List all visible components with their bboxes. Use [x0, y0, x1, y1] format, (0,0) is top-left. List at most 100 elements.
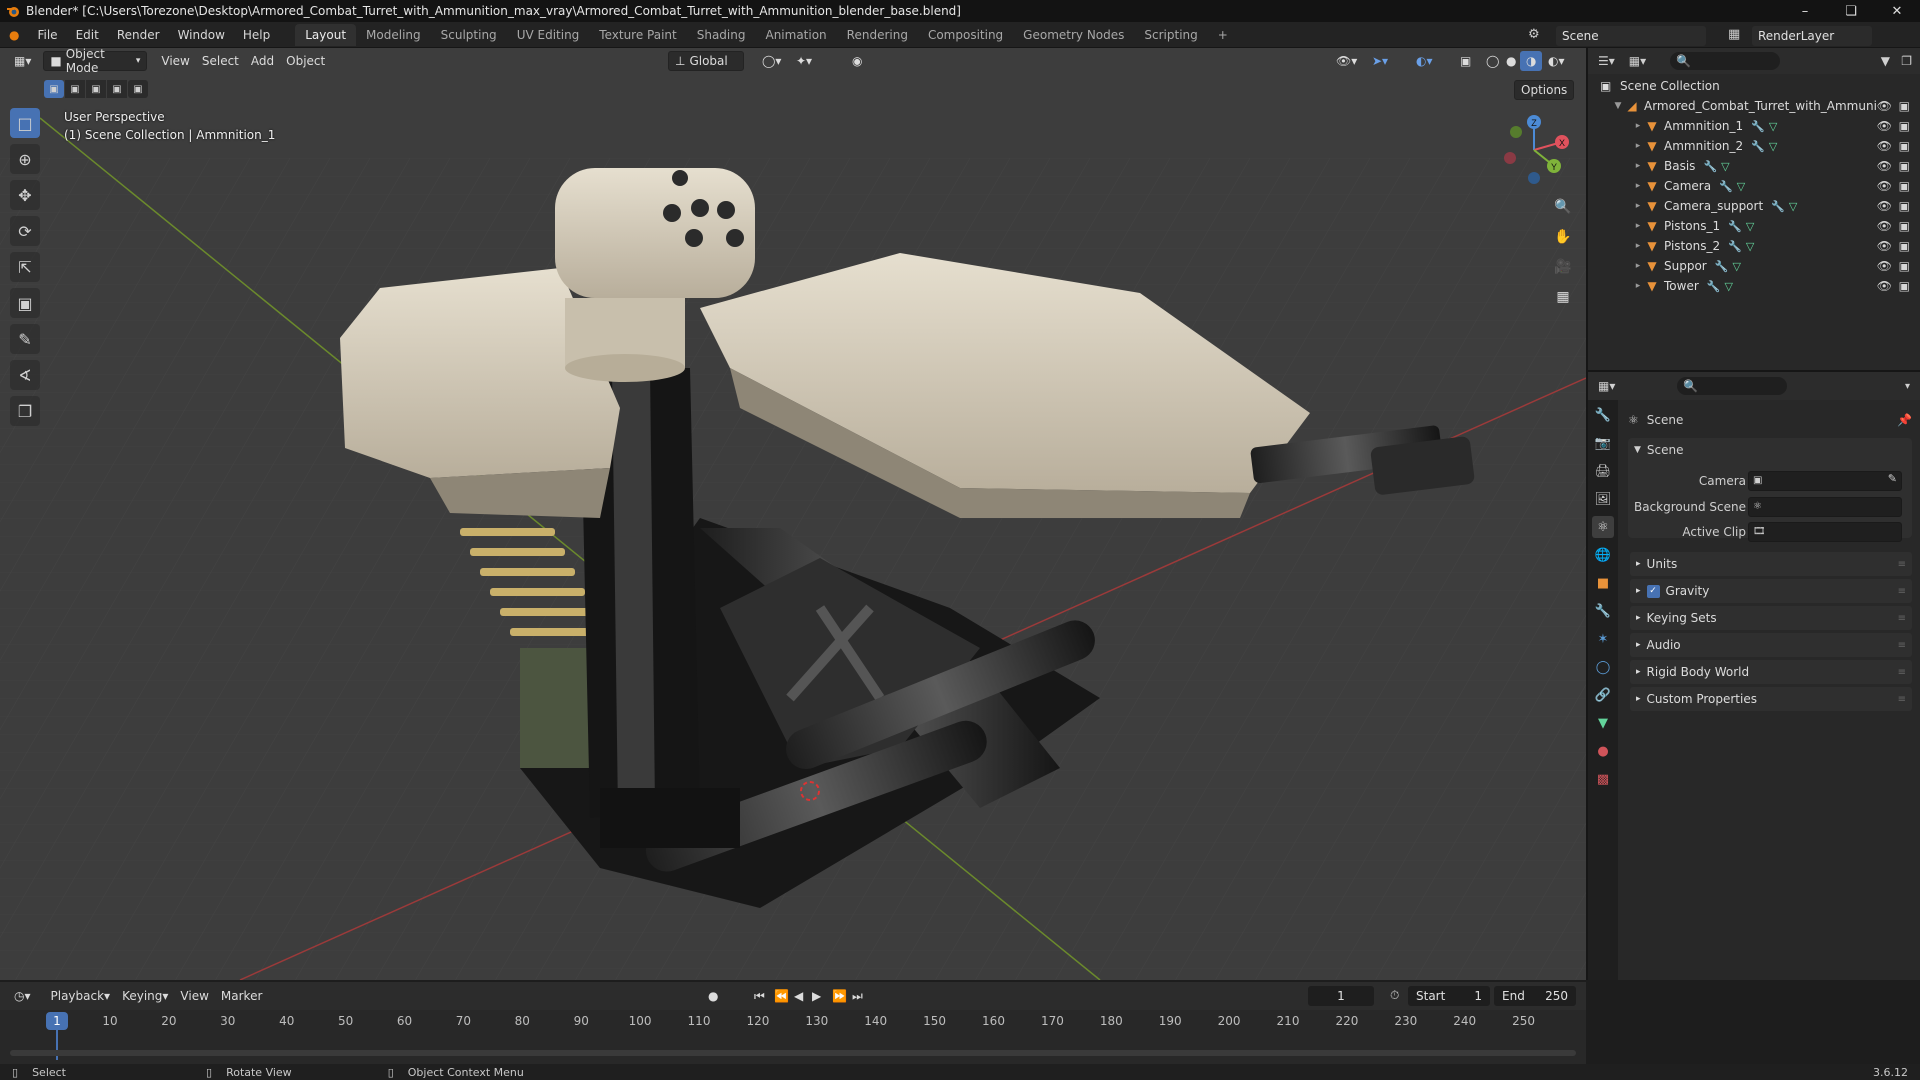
tool-tab-icon[interactable]: 🔧 — [1592, 404, 1614, 426]
visibility-eye-icon[interactable]: 👁 — [1877, 119, 1892, 133]
visibility-eye-icon[interactable]: 👁 — [1877, 99, 1892, 113]
visibility-eye-icon[interactable]: 👁 — [1877, 259, 1892, 273]
particles-tab-icon[interactable]: ✶ — [1592, 628, 1614, 650]
select-box-tool-icon[interactable]: □ — [10, 108, 40, 138]
minimize-icon[interactable]: – — [1782, 0, 1828, 22]
properties-section-rigid-body-world[interactable]: ▸ Rigid Body World ≡ — [1630, 660, 1912, 684]
render-camera-icon[interactable]: ▣ — [1899, 259, 1910, 273]
menu-marker[interactable]: Marker — [215, 986, 268, 1006]
menu-edit[interactable]: Edit — [67, 22, 108, 48]
transform-orientation-dropdown[interactable]: ⊥ Global — [668, 51, 744, 71]
properties-editor-icon[interactable]: ▦▾ — [1598, 379, 1615, 393]
tab-sculpting[interactable]: Sculpting — [431, 24, 507, 46]
render-camera-icon[interactable]: ▣ — [1899, 159, 1910, 173]
expand-icon[interactable]: ▼ — [1612, 101, 1624, 111]
rotate-tool-icon[interactable]: ⟳ — [10, 216, 40, 246]
select-extend-icon[interactable]: ▣ — [65, 80, 85, 98]
editor-type-icon[interactable]: ▦▾ — [8, 51, 37, 71]
select-intersect-icon[interactable]: ▣ — [128, 80, 148, 98]
outliner-object-row[interactable]: ▸ ▼ Basis 🔧 ▽ 👁 ▣ — [1588, 156, 1920, 176]
visibility-icon[interactable]: 👁▾ — [1330, 51, 1363, 71]
renderlayer-selector[interactable]: RenderLayer — [1752, 26, 1872, 46]
render-camera-icon[interactable]: ▣ — [1899, 239, 1910, 253]
tab-geometry-nodes[interactable]: Geometry Nodes — [1013, 24, 1134, 46]
background-scene-field[interactable]: ⚛ — [1748, 497, 1902, 517]
drag-handle-icon[interactable]: ≡ — [1898, 613, 1906, 624]
eyedropper-icon[interactable]: ✎ — [1888, 472, 1897, 485]
outliner-object-row[interactable]: ▸ ▼ Camera_support 🔧 ▽ 👁 ▣ — [1588, 196, 1920, 216]
area-divider[interactable] — [1586, 48, 1588, 980]
visibility-eye-icon[interactable]: 👁 — [1877, 199, 1892, 213]
render-camera-icon[interactable]: ▣ — [1899, 139, 1910, 153]
properties-section-audio[interactable]: ▸ Audio ≡ — [1630, 633, 1912, 657]
menu-view[interactable]: View — [155, 51, 195, 71]
drag-handle-icon[interactable]: ≡ — [1898, 559, 1906, 570]
expand-icon[interactable]: ▸ — [1632, 241, 1644, 251]
area-divider-horizontal[interactable] — [1588, 370, 1920, 372]
playhead[interactable]: 1 — [46, 1012, 68, 1030]
options-button[interactable]: Options — [1514, 80, 1575, 100]
world-tab-icon[interactable]: 🌐 — [1592, 544, 1614, 566]
outliner-object-row[interactable]: ▸ ▼ Suppor 🔧 ▽ 👁 ▣ — [1588, 256, 1920, 276]
close-icon[interactable]: ✕ — [1874, 0, 1920, 22]
material-shading-icon[interactable]: ◑ — [1520, 51, 1543, 71]
drag-handle-icon[interactable]: ≡ — [1898, 694, 1906, 705]
jump-end-icon[interactable]: ⏭ — [846, 986, 869, 1006]
tab-animation[interactable]: Animation — [755, 24, 836, 46]
camera-view-icon[interactable]: 🎥 — [1550, 254, 1576, 280]
select-new-icon[interactable]: ▣ — [44, 80, 64, 98]
outliner-search-input[interactable]: 🔍 — [1670, 52, 1781, 70]
drag-handle-icon[interactable]: ≡ — [1898, 640, 1906, 651]
drag-handle-icon[interactable]: ≡ — [1898, 667, 1906, 678]
expand-icon[interactable]: ▸ — [1632, 161, 1644, 171]
tab-texture-paint[interactable]: Texture Paint — [589, 24, 686, 46]
expand-icon[interactable]: ▸ — [1632, 221, 1644, 231]
maximize-icon[interactable]: ❏ — [1828, 0, 1874, 22]
drag-handle-icon[interactable]: ≡ — [1898, 586, 1906, 597]
rendered-shading-icon[interactable]: ◐▾ — [1542, 51, 1571, 71]
measure-tool-icon[interactable]: ∢ — [10, 360, 40, 390]
material-tab-icon[interactable]: ● — [1592, 740, 1614, 762]
outliner-object-row[interactable]: ▸ ▼ Ammnition_1 🔧 ▽ 👁 ▣ — [1588, 116, 1920, 136]
outliner-scene-collection[interactable]: ▣ Scene Collection — [1588, 76, 1920, 96]
properties-section-keying-sets[interactable]: ▸ Keying Sets ≡ — [1630, 606, 1912, 630]
expand-icon[interactable]: ▸ — [1632, 181, 1644, 191]
data-tab-icon[interactable]: ▼ — [1592, 712, 1614, 734]
start-frame-field[interactable]: Start 1 — [1408, 986, 1490, 1006]
view-layer-tab-icon[interactable]: 🖼 — [1592, 488, 1614, 510]
menu-playback[interactable]: Playback ▾ — [45, 986, 117, 1006]
properties-search-input[interactable]: 🔍 — [1677, 377, 1788, 395]
stopwatch-icon[interactable]: ⏱ — [1390, 988, 1399, 1003]
properties-section-gravity[interactable]: ▸ ✓ Gravity ≡ — [1630, 579, 1912, 603]
render-camera-icon[interactable]: ▣ — [1899, 179, 1910, 193]
overlay-toggle-icon[interactable]: ◐▾ — [1410, 51, 1439, 71]
current-frame-field[interactable]: 1 — [1308, 986, 1374, 1006]
mode-dropdown[interactable]: ■ Object Mode ▾ — [43, 47, 148, 75]
renderlayer-icon[interactable]: ▦ — [1728, 27, 1740, 42]
tab-scripting[interactable]: Scripting — [1134, 24, 1207, 46]
outliner-object-row[interactable]: ▸ ▼ Ammnition_2 🔧 ▽ 👁 ▣ — [1588, 136, 1920, 156]
render-camera-icon[interactable]: ▣ — [1899, 279, 1910, 293]
physics-tab-icon[interactable]: ◯ — [1592, 656, 1614, 678]
pivot-icon[interactable]: ◯▾ — [756, 51, 787, 71]
scene-selector[interactable]: Scene — [1556, 26, 1706, 46]
visibility-eye-icon[interactable]: 👁 — [1877, 239, 1892, 253]
tab-rendering[interactable]: Rendering — [837, 24, 918, 46]
annotate-tool-icon[interactable]: ✎ — [10, 324, 40, 354]
gravity-checkbox[interactable]: ✓ — [1646, 584, 1660, 598]
select-invert-icon[interactable]: ▣ — [107, 80, 127, 98]
outliner-object-row[interactable]: ▸ ▼ Camera 🔧 ▽ 👁 ▣ — [1588, 176, 1920, 196]
render-tab-icon[interactable]: 📷 — [1592, 432, 1614, 454]
menu-keying[interactable]: Keying ▾ — [116, 986, 174, 1006]
menu-render[interactable]: Render — [108, 22, 169, 48]
menu-object[interactable]: Object — [280, 51, 331, 71]
scene-tab-icon[interactable]: ⚛ — [1592, 516, 1614, 538]
outliner-editor-icon[interactable]: ☰▾ — [1598, 54, 1615, 68]
grid-view-icon[interactable]: ▦ — [1550, 284, 1576, 310]
add-cube-tool-icon[interactable]: ❐ — [10, 396, 40, 426]
render-camera-icon[interactable]: ▣ — [1899, 219, 1910, 233]
menu-file[interactable]: File — [28, 22, 66, 48]
output-tab-icon[interactable]: 🖨 — [1592, 460, 1614, 482]
constraints-tab-icon[interactable]: 🔗 — [1592, 684, 1614, 706]
record-icon[interactable]: ● — [702, 986, 724, 1006]
